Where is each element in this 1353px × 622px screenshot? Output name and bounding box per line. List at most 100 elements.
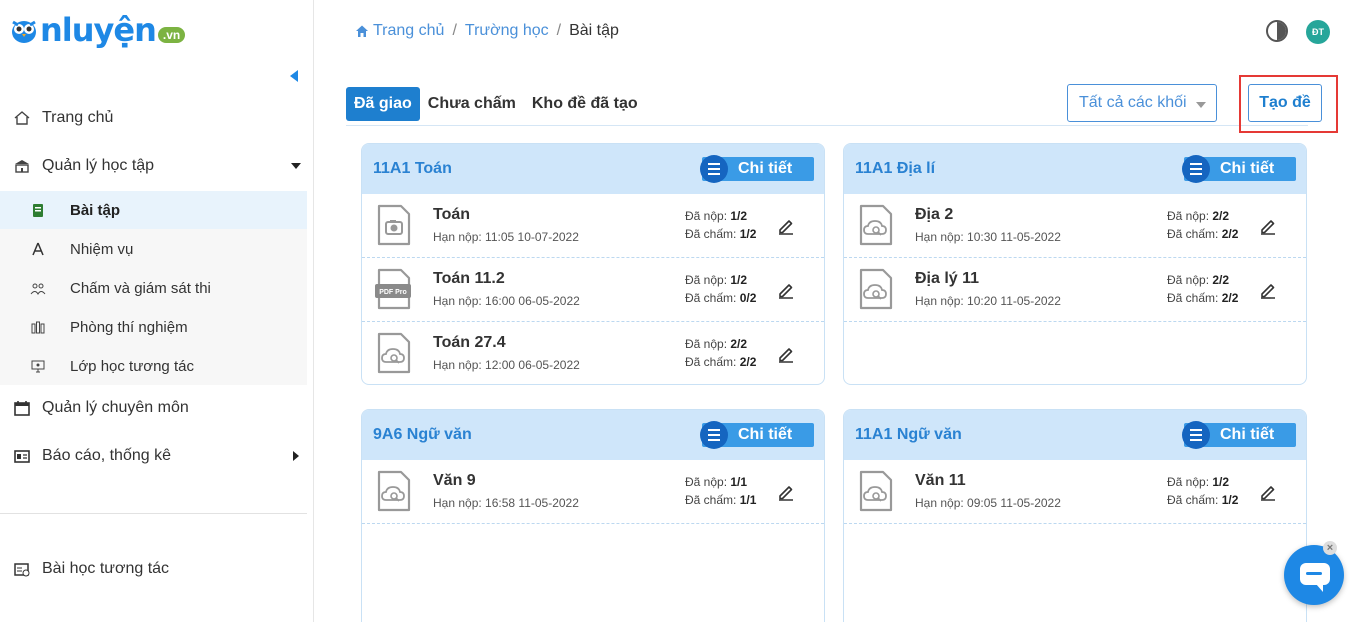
submitted-label: Đã nộp:	[1167, 209, 1210, 223]
detail-button[interactable]: Chi tiết	[700, 421, 814, 449]
edit-pencil-icon[interactable]	[777, 345, 795, 363]
assignment-row[interactable]: Địa lý 11 Hạn nộp: 10:20 11-05-2022 Đã n…	[844, 258, 1306, 322]
assignment-name[interactable]: Toán 11.2	[433, 270, 505, 288]
assignment-name[interactable]: Văn 11	[915, 472, 966, 490]
breadcrumb-school-link[interactable]: Trường học	[465, 22, 549, 40]
grade-select-value: Tất cả các khối	[1079, 94, 1187, 111]
assignment-row[interactable]: Địa 2 Hạn nộp: 10:30 11-05-2022 Đã nộp: …	[844, 194, 1306, 258]
assignment-due: Hạn nộp: 12:00 06-05-2022	[433, 358, 580, 372]
submitted-label: Đã nộp:	[1167, 475, 1210, 489]
due-value: 10:30 11-05-2022	[967, 230, 1061, 244]
sidebar-item-laboratory[interactable]: Phòng thí nghiệm	[0, 308, 307, 346]
sidebar-item-interactive-lesson[interactable]: Bài học tương tác	[0, 549, 307, 589]
assignment-due: Hạn nộp: 10:30 11-05-2022	[915, 230, 1061, 244]
sidebar-item-exam-supervision[interactable]: Chấm và giám sát thi	[0, 269, 307, 307]
detail-button[interactable]: Chi tiết	[700, 155, 814, 183]
lab-icon	[31, 321, 45, 334]
submitted-label: Đã nộp:	[685, 475, 728, 489]
assignment-icon	[33, 204, 43, 217]
assignment-name[interactable]: Văn 9	[433, 472, 476, 490]
graded-label: Đã chấm:	[685, 355, 737, 369]
submitted-value: 2/2	[1212, 209, 1230, 223]
sidebar-item-professional-management[interactable]: Quản lý chuyên môn	[0, 388, 307, 428]
card-title[interactable]: 11A1 Ngữ văn	[855, 426, 962, 444]
assignment-name[interactable]: Địa lý 11	[915, 270, 979, 288]
submitted-value: 2/2	[1212, 273, 1230, 287]
tab-ungraded[interactable]: Chưa chấm	[420, 87, 524, 121]
assignment-name[interactable]: Địa 2	[915, 206, 953, 224]
list-icon	[1182, 155, 1210, 183]
submitted-label: Đã nộp:	[1167, 273, 1210, 287]
detail-button[interactable]: Chi tiết	[1182, 155, 1296, 183]
card-title[interactable]: 9A6 Ngữ văn	[373, 426, 472, 444]
sidebar-item-tasks[interactable]: Nhiệm vụ	[0, 230, 307, 268]
card-title[interactable]: 11A1 Địa lí	[855, 160, 935, 178]
tab-bar: Đã giao Chưa chấm Kho đề đã tạo	[346, 86, 646, 122]
list-icon	[700, 155, 728, 183]
graded-value: 1/2	[1221, 493, 1239, 507]
graded-stat: Đã chấm: 1/2	[685, 227, 756, 241]
assignment-row[interactable]: Văn 9 Hạn nộp: 16:58 11-05-2022 Đã nộp: …	[362, 460, 824, 524]
list-icon	[700, 421, 728, 449]
grade-select[interactable]: Tất cả các khối	[1067, 84, 1217, 122]
submitted-value: 2/2	[730, 337, 748, 351]
avatar[interactable]: ĐT	[1306, 20, 1330, 44]
due-value: 16:00 06-05-2022	[485, 294, 580, 308]
graded-stat: Đã chấm: 1/1	[685, 493, 756, 507]
assignment-name[interactable]: Toán 27.4	[433, 334, 506, 352]
sidebar-divider	[0, 513, 307, 514]
pdf-file-icon: PDF Pro	[375, 268, 411, 310]
logo-text: nluyện	[40, 11, 157, 49]
assignment-row[interactable]: Toán 27.4 Hạn nộp: 12:00 06-05-2022 Đã n…	[362, 322, 824, 384]
graded-label: Đã chấm:	[685, 227, 737, 241]
report-icon	[14, 450, 30, 463]
submitted-stat: Đã nộp: 1/2	[1167, 475, 1229, 489]
sidebar-item-label: Lớp học tương tác	[70, 357, 194, 375]
assignment-due: Hạn nộp: 16:58 11-05-2022	[433, 496, 579, 510]
sidebar-item-reports[interactable]: Báo cáo, thống kê	[0, 436, 307, 476]
card-header: 11A1 Ngữ văn Chi tiết	[844, 410, 1306, 460]
due-label: Hạn nộp:	[433, 496, 482, 510]
tab-assigned[interactable]: Đã giao	[346, 87, 420, 121]
tab-created-bank[interactable]: Kho đề đã tạo	[524, 87, 646, 121]
contrast-half	[1277, 22, 1286, 40]
edit-pencil-icon[interactable]	[777, 281, 795, 299]
edit-pencil-icon[interactable]	[777, 217, 795, 235]
due-value: 11:05 10-07-2022	[485, 230, 579, 244]
class-card: 9A6 Ngữ văn Chi tiết Văn 9 Hạn nộp: 16:5…	[361, 409, 825, 622]
logo[interactable]: nluyện .vn	[10, 11, 186, 49]
assignment-row[interactable]: PDF Pro Toán 11.2 Hạn nộp: 16:00 06-05-2…	[362, 258, 824, 322]
graded-label: Đã chấm:	[685, 493, 737, 507]
detail-button[interactable]: Chi tiết	[1182, 421, 1296, 449]
edit-pencil-icon[interactable]	[1259, 217, 1277, 235]
assignment-name[interactable]: Toán	[433, 206, 470, 224]
tab-divider	[346, 125, 1308, 126]
detail-button-label: Chi tiết	[1220, 426, 1275, 443]
sidebar-item-home[interactable]: Trang chủ	[0, 98, 307, 138]
sidebar-item-interactive-class[interactable]: Lớp học tương tác	[0, 347, 307, 385]
graded-label: Đã chấm:	[1167, 493, 1219, 507]
edit-pencil-icon[interactable]	[1259, 281, 1277, 299]
assignment-row[interactable]: Toán Hạn nộp: 11:05 10-07-2022 Đã nộp: 1…	[362, 194, 824, 258]
contrast-toggle-icon[interactable]	[1266, 20, 1288, 42]
due-value: 12:00 06-05-2022	[485, 358, 580, 372]
home-icon	[14, 111, 30, 125]
assignment-row[interactable]: Văn 11 Hạn nộp: 09:05 11-05-2022 Đã nộp:…	[844, 460, 1306, 524]
graded-value: 2/2	[1221, 291, 1239, 305]
edit-pencil-icon[interactable]	[1259, 483, 1277, 501]
camera-file-icon	[377, 204, 411, 246]
sidebar-item-learning-management[interactable]: Quản lý học tập	[0, 146, 307, 186]
close-icon[interactable]: ×	[1323, 541, 1337, 555]
due-label: Hạn nộp:	[915, 496, 964, 510]
sidebar-item-label: Chấm và giám sát thi	[70, 279, 211, 297]
card-title[interactable]: 11A1 Toán	[373, 160, 452, 178]
sidebar-item-label: Bài học tương tác	[42, 560, 170, 577]
chat-button[interactable]	[1284, 545, 1344, 605]
due-value: 09:05 11-05-2022	[967, 496, 1061, 510]
breadcrumb-home-link[interactable]: Trang chủ	[373, 22, 444, 40]
edit-pencil-icon[interactable]	[777, 483, 795, 501]
collapse-sidebar-icon[interactable]	[290, 70, 298, 82]
sidebar-item-assignments[interactable]: Bài tập	[0, 191, 307, 229]
due-value: 16:58 11-05-2022	[485, 496, 579, 510]
supervision-icon	[30, 283, 46, 295]
